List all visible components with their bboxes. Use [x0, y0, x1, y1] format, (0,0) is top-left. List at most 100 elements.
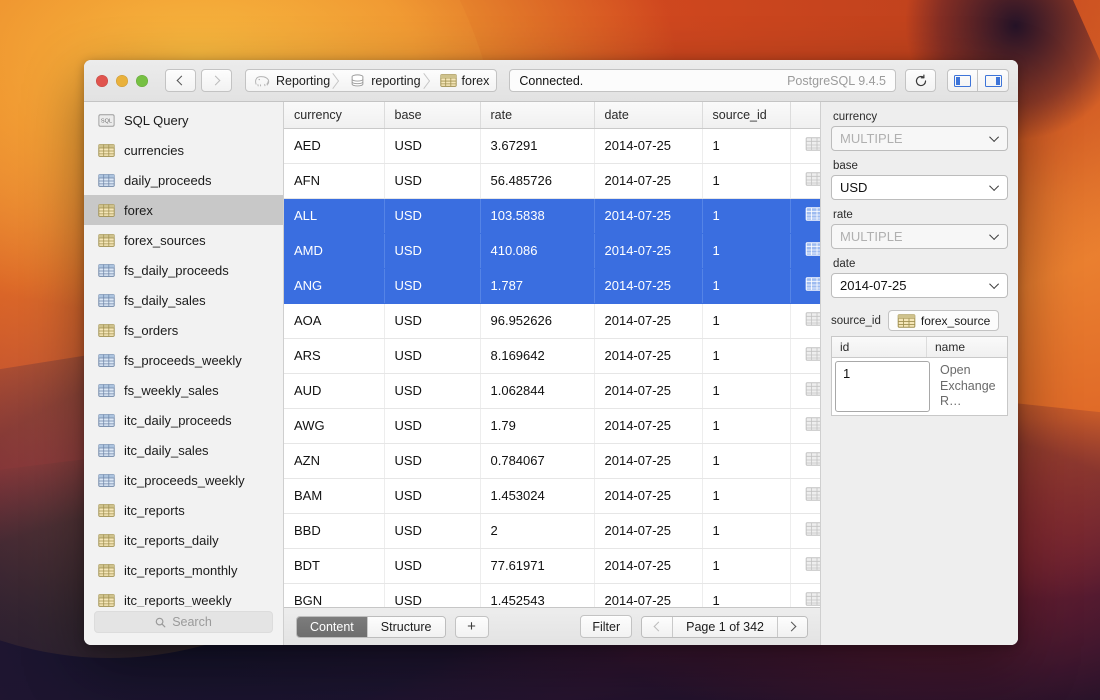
cell-row-detail[interactable] [790, 408, 820, 443]
left-panel-toggle-button[interactable] [947, 69, 978, 92]
table-row[interactable]: ANGUSD1.7872014-07-251 [284, 268, 820, 303]
sidebar-item-list[interactable]: SQLSQL Querycurrenciesdaily_proceedsfore… [84, 102, 283, 607]
cell-source-id[interactable]: 1 [702, 233, 790, 268]
cell-rate[interactable]: 1.062844 [480, 373, 594, 408]
sidebar-item-fs-weekly-sales[interactable]: fs_weekly_sales [84, 375, 283, 405]
sidebar-item-itc-daily-sales[interactable]: itc_daily_sales [84, 435, 283, 465]
table-row[interactable]: AUDUSD1.0628442014-07-251 [284, 373, 820, 408]
tab-content[interactable]: Content [297, 617, 367, 637]
column-header-currency[interactable]: currency [284, 102, 384, 128]
right-panel-toggle-button[interactable] [978, 69, 1009, 92]
table-row[interactable]: AWGUSD1.792014-07-251 [284, 408, 820, 443]
cell-base[interactable]: USD [384, 513, 480, 548]
column-header-date[interactable]: date [594, 102, 702, 128]
cell-currency[interactable]: AUD [284, 373, 384, 408]
cell-rate[interactable]: 1.79 [480, 408, 594, 443]
forward-button[interactable] [201, 69, 232, 92]
cell-base[interactable]: USD [384, 303, 480, 338]
cell-row-detail[interactable] [790, 583, 820, 607]
sidebar-item-itc-reports-daily[interactable]: itc_reports_daily [84, 525, 283, 555]
cell-base[interactable]: USD [384, 583, 480, 607]
sidebar-item-itc-reports[interactable]: itc_reports [84, 495, 283, 525]
cell-date[interactable]: 2014-07-25 [594, 338, 702, 373]
sidebar-item-itc-proceeds-weekly[interactable]: itc_proceeds_weekly [84, 465, 283, 495]
cell-row-detail[interactable] [790, 373, 820, 408]
cell-date[interactable]: 2014-07-25 [594, 373, 702, 408]
cell-source-id[interactable]: 1 [702, 408, 790, 443]
cell-source-id[interactable]: 1 [702, 373, 790, 408]
field-input-rate[interactable]: MULTIPLE [831, 224, 1008, 249]
cell-date[interactable]: 2014-07-25 [594, 583, 702, 607]
refresh-button[interactable] [905, 69, 936, 92]
cell-rate[interactable]: 103.5838 [480, 198, 594, 233]
zoom-button[interactable] [136, 75, 148, 87]
column-header-rate[interactable]: rate [480, 102, 594, 128]
cell-base[interactable]: USD [384, 268, 480, 303]
minimize-button[interactable] [116, 75, 128, 87]
next-page-button[interactable] [777, 617, 807, 637]
cell-base[interactable]: USD [384, 478, 480, 513]
cell-source-id[interactable]: 1 [702, 268, 790, 303]
cell-currency[interactable]: AED [284, 128, 384, 163]
cell-currency[interactable]: BDT [284, 548, 384, 583]
sidebar-item-fs-proceeds-weekly[interactable]: fs_proceeds_weekly [84, 345, 283, 375]
cell-date[interactable]: 2014-07-25 [594, 198, 702, 233]
cell-rate[interactable]: 56.485726 [480, 163, 594, 198]
cell-rate[interactable]: 2 [480, 513, 594, 548]
tab-structure[interactable]: Structure [367, 617, 445, 637]
cell-base[interactable]: USD [384, 233, 480, 268]
cell-row-detail[interactable] [790, 128, 820, 163]
sidebar-item-fs-daily-sales[interactable]: fs_daily_sales [84, 285, 283, 315]
sidebar-item-itc-reports-monthly[interactable]: itc_reports_monthly [84, 555, 283, 585]
table-row[interactable]: ALLUSD103.58382014-07-251 [284, 198, 820, 233]
table-row[interactable]: ARSUSD8.1696422014-07-251 [284, 338, 820, 373]
table-row[interactable]: AFNUSD56.4857262014-07-251 [284, 163, 820, 198]
cell-currency[interactable]: AFN [284, 163, 384, 198]
sidebar-item-fs-orders[interactable]: fs_orders [84, 315, 283, 345]
cell-rate[interactable]: 8.169642 [480, 338, 594, 373]
cell-rate[interactable]: 410.086 [480, 233, 594, 268]
cell-rate[interactable]: 1.452543 [480, 583, 594, 607]
back-button[interactable] [165, 69, 196, 92]
cell-base[interactable]: USD [384, 443, 480, 478]
cell-date[interactable]: 2014-07-25 [594, 548, 702, 583]
cell-rate[interactable]: 3.67291 [480, 128, 594, 163]
cell-source-id[interactable]: 1 [702, 163, 790, 198]
cell-date[interactable]: 2014-07-25 [594, 478, 702, 513]
cell-date[interactable]: 2014-07-25 [594, 408, 702, 443]
column-header-base[interactable]: base [384, 102, 480, 128]
cell-row-detail[interactable] [790, 338, 820, 373]
cell-base[interactable]: USD [384, 128, 480, 163]
cell-date[interactable]: 2014-07-25 [594, 233, 702, 268]
cell-currency[interactable]: BAM [284, 478, 384, 513]
table-row[interactable]: BGNUSD1.4525432014-07-251 [284, 583, 820, 607]
cell-currency[interactable]: ALL [284, 198, 384, 233]
table-row[interactable]: AZNUSD0.7840672014-07-251 [284, 443, 820, 478]
cell-currency[interactable]: AOA [284, 303, 384, 338]
cell-rate[interactable]: 1.787 [480, 268, 594, 303]
sidebar-item-sql query[interactable]: SQLSQL Query [84, 105, 283, 135]
cell-source-id[interactable]: 1 [702, 583, 790, 607]
cell-row-detail[interactable] [790, 163, 820, 198]
cell-row-detail[interactable] [790, 303, 820, 338]
cell-date[interactable]: 2014-07-25 [594, 443, 702, 478]
cell-currency[interactable]: ARS [284, 338, 384, 373]
cell-source-id[interactable]: 1 [702, 128, 790, 163]
cell-row-detail[interactable] [790, 233, 820, 268]
cell-date[interactable]: 2014-07-25 [594, 303, 702, 338]
cell-base[interactable]: USD [384, 373, 480, 408]
cell-source-id[interactable]: 1 [702, 443, 790, 478]
sidebar-item-currencies[interactable]: currencies [84, 135, 283, 165]
search-input[interactable]: Search [94, 611, 273, 633]
cell-source-id[interactable]: 1 [702, 513, 790, 548]
field-input-base[interactable]: USD [831, 175, 1008, 200]
cell-currency[interactable]: AMD [284, 233, 384, 268]
cell-row-detail[interactable] [790, 443, 820, 478]
cell-row-detail[interactable] [790, 548, 820, 583]
table-row[interactable]: AEDUSD3.672912014-07-251 [284, 128, 820, 163]
breadcrumb-item-connection[interactable]: Reporting [246, 70, 337, 91]
cell-rate[interactable]: 1.453024 [480, 478, 594, 513]
cell-date[interactable]: 2014-07-25 [594, 163, 702, 198]
breadcrumb-item-table[interactable]: forex [428, 70, 497, 91]
cell-rate[interactable]: 96.952626 [480, 303, 594, 338]
